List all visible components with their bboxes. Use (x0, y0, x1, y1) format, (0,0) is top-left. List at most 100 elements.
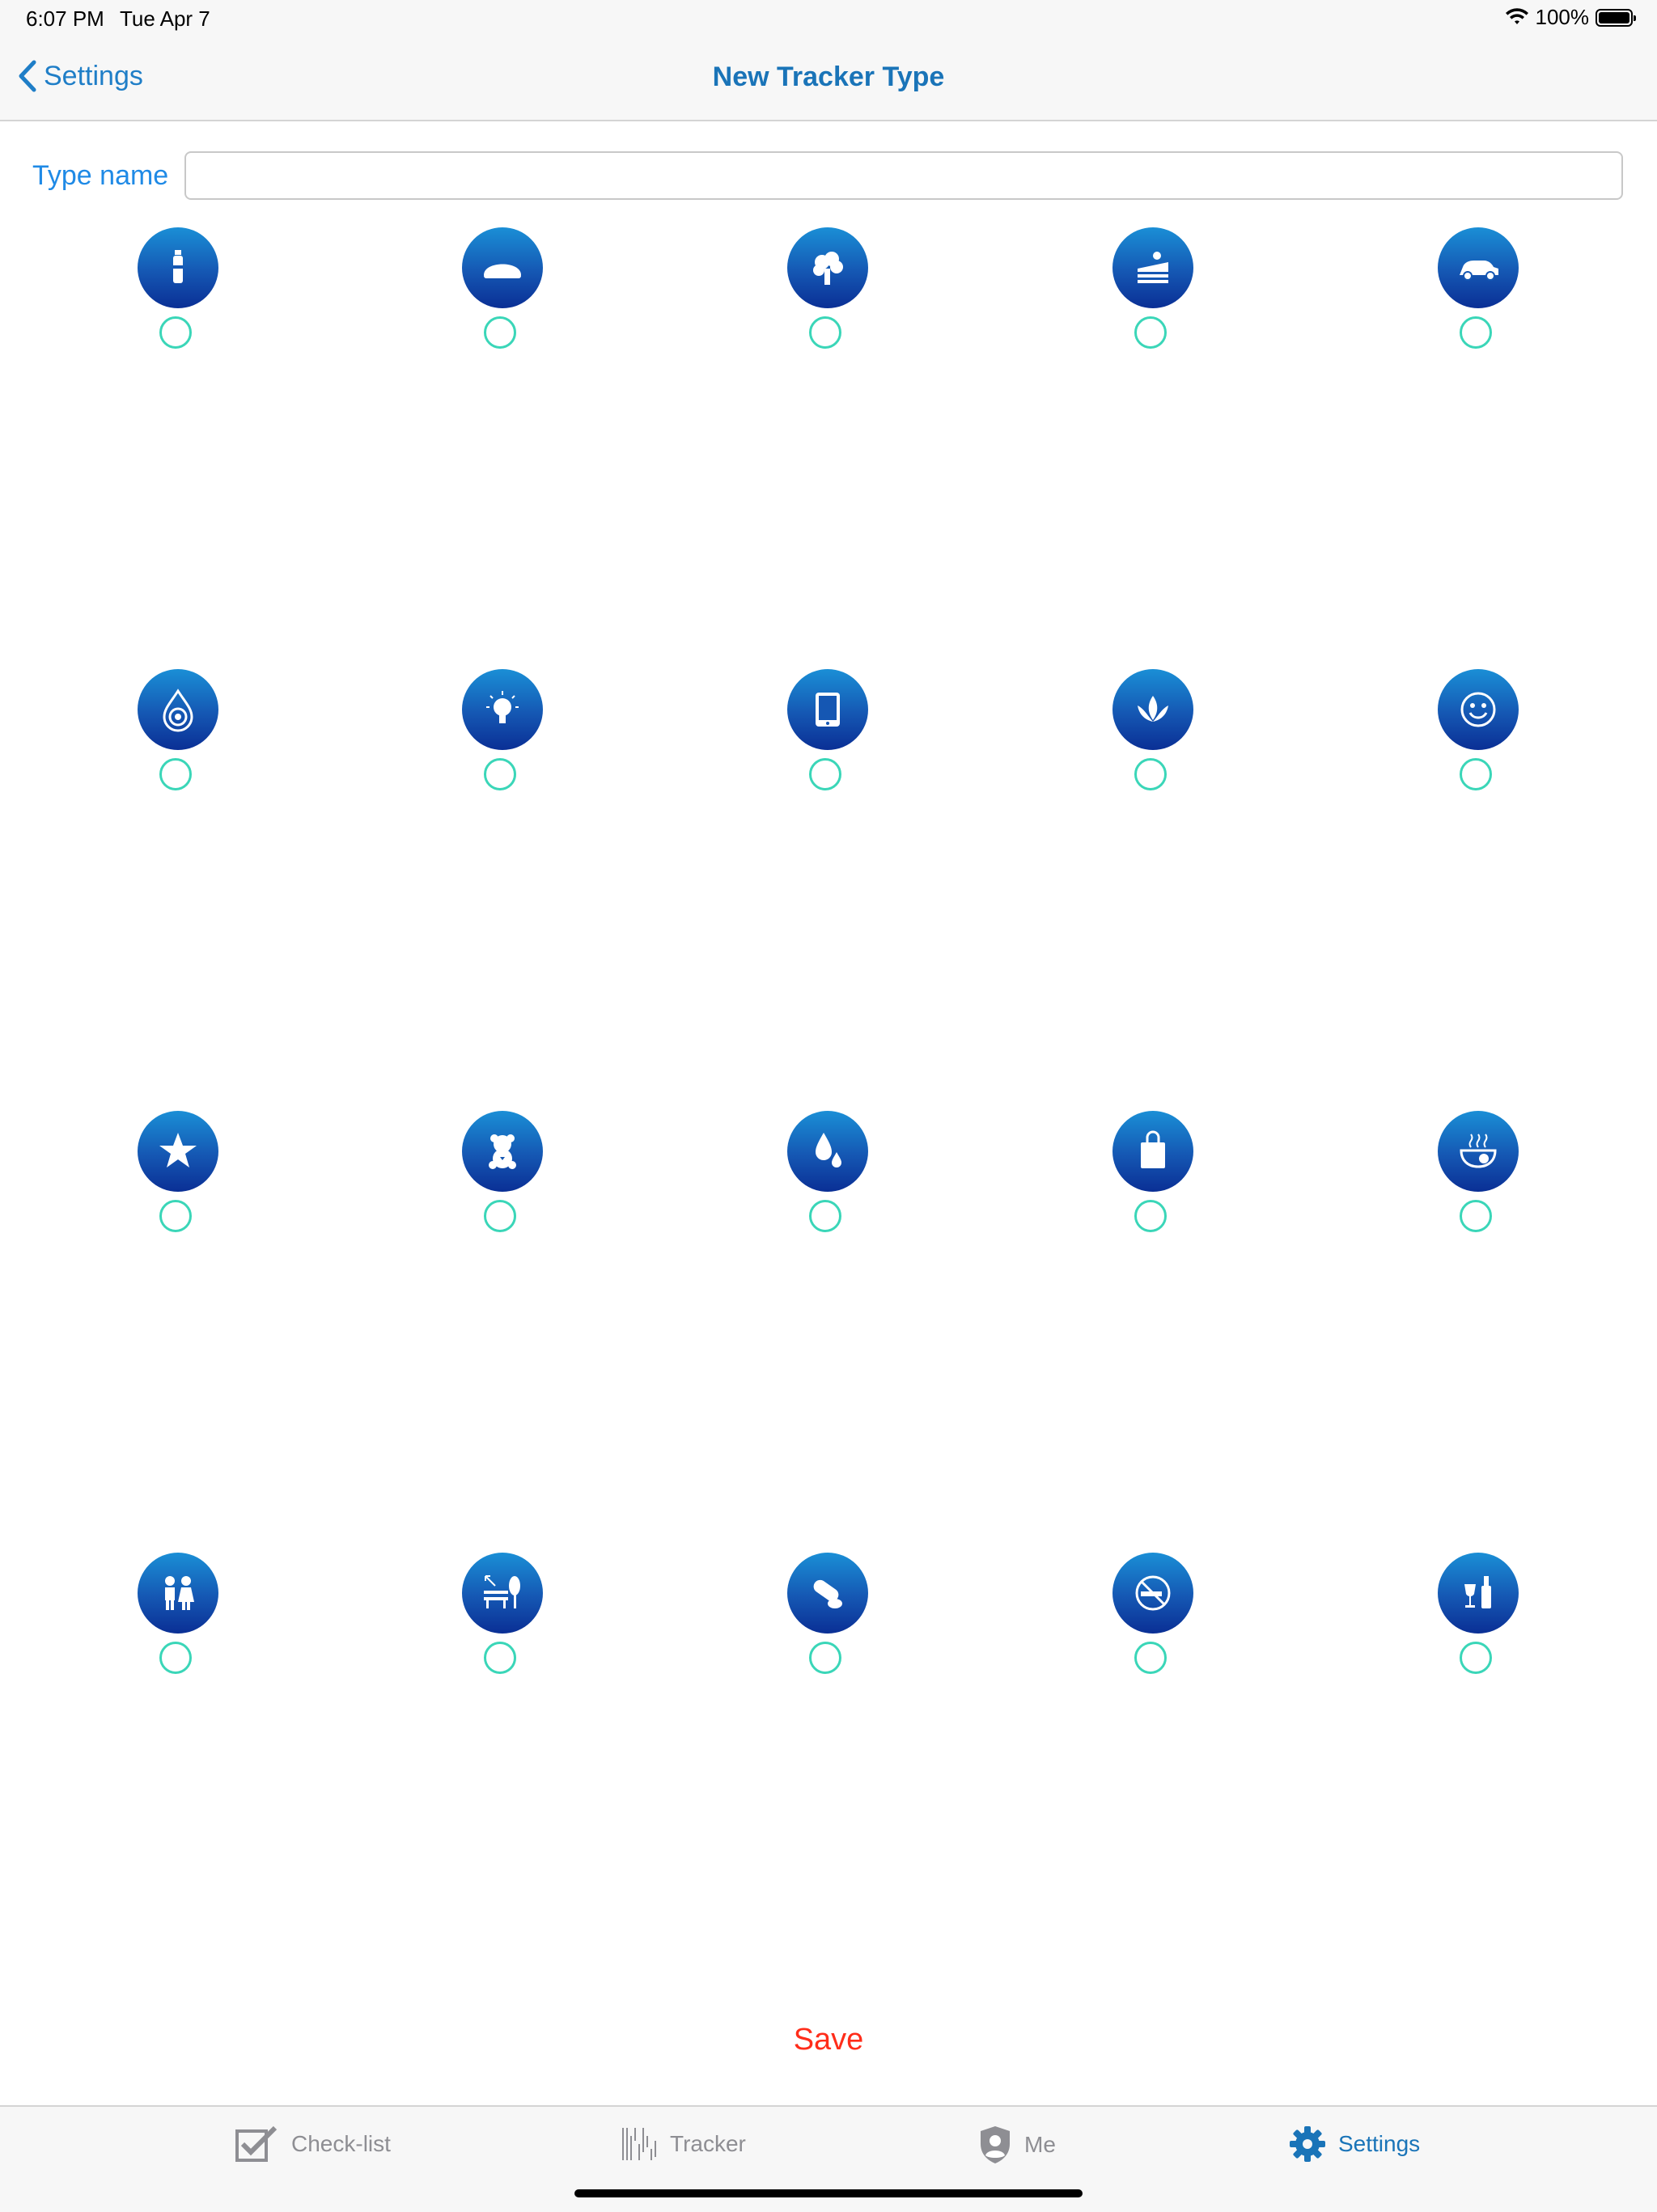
icon-radio-button[interactable] (809, 1200, 841, 1232)
icon-option[interactable] (1096, 1553, 1210, 1690)
tablet-icon-button[interactable] (787, 669, 868, 750)
tablet-icon (816, 693, 840, 727)
lightbulb-icon (486, 691, 519, 723)
icon-radio-button[interactable] (1460, 1200, 1492, 1232)
icon-option[interactable] (771, 1111, 884, 1248)
icon-radio-button[interactable] (1134, 1200, 1167, 1232)
broccoli-icon-button[interactable] (787, 227, 868, 308)
car-icon (1460, 261, 1498, 281)
car-icon-button[interactable] (1438, 227, 1519, 308)
tab-checklist[interactable]: Check-list (235, 2125, 391, 2163)
shopping-bag-icon (1141, 1130, 1165, 1168)
icon-radio-button[interactable] (809, 758, 841, 790)
navigation-bar: Settings New Tracker Type (0, 39, 1657, 121)
icon-option[interactable] (446, 227, 559, 365)
kids-icon (165, 1576, 194, 1610)
icon-radio-button[interactable] (159, 316, 192, 349)
icon-option[interactable] (446, 669, 559, 807)
no-smoking-icon (1135, 1575, 1171, 1611)
icon-option[interactable] (1422, 1111, 1535, 1248)
bottle-icon (173, 250, 183, 283)
tab-tracker-label: Tracker (670, 2131, 746, 2156)
icon-radio-button[interactable] (1460, 316, 1492, 349)
shield-user-icon (981, 2126, 1010, 2163)
icon-option[interactable] (121, 669, 235, 807)
water-ripple-icon-button[interactable] (138, 669, 218, 750)
lightbulb-icon-button[interactable] (462, 669, 543, 750)
icon-radio-button[interactable] (159, 1200, 192, 1232)
icon-option[interactable] (446, 1111, 559, 1248)
icon-option[interactable] (1096, 669, 1210, 807)
smiley-icon-button[interactable] (1438, 669, 1519, 750)
lotus-icon-button[interactable] (1112, 669, 1193, 750)
park-bench-icon (484, 1575, 520, 1608)
icon-option[interactable] (1096, 1111, 1210, 1248)
water-drops-icon-button[interactable] (787, 1111, 868, 1192)
icon-radio-button[interactable] (159, 1642, 192, 1674)
tab-me[interactable]: Me (977, 2125, 1056, 2165)
star-icon (159, 1133, 197, 1167)
pills-icon (813, 1579, 842, 1608)
icon-radio-button[interactable] (809, 1642, 841, 1674)
gear-icon (1290, 2126, 1325, 2162)
star-icon-button[interactable] (138, 1111, 218, 1192)
icon-option[interactable] (121, 1553, 235, 1690)
icon-option[interactable] (1096, 227, 1210, 365)
status-bar: 6:07 PM Tue Apr 7 100% (0, 0, 1657, 39)
icon-radio-button[interactable] (484, 758, 516, 790)
water-drops-icon (816, 1133, 841, 1167)
wine-icon-button[interactable] (1438, 1553, 1519, 1634)
pills-icon-button[interactable] (787, 1553, 868, 1634)
icon-radio-button[interactable] (1460, 758, 1492, 790)
save-button[interactable]: Save (0, 2023, 1657, 2057)
no-smoking-icon-button[interactable] (1112, 1553, 1193, 1634)
icon-option[interactable] (771, 1553, 884, 1690)
icon-radio-button[interactable] (1134, 758, 1167, 790)
type-name-label: Type name (32, 160, 169, 191)
smiley-icon (1460, 692, 1496, 727)
icon-option[interactable] (121, 227, 235, 365)
status-right: 100% (1505, 5, 1636, 30)
tab-tracker[interactable]: Tracker (620, 2125, 746, 2163)
status-time: 6:07 PM (26, 6, 104, 31)
icon-option[interactable] (121, 1111, 235, 1248)
water-ripple-icon (163, 689, 193, 732)
hot-meal-icon-button[interactable] (1438, 1111, 1519, 1192)
icon-radio-button[interactable] (1134, 1642, 1167, 1674)
bread-icon (484, 264, 521, 278)
icon-option[interactable] (771, 227, 884, 365)
battery-percent: 100% (1535, 5, 1590, 29)
icon-option[interactable] (446, 1553, 559, 1690)
broccoli-icon (813, 252, 843, 285)
icon-option[interactable] (1422, 669, 1535, 807)
status-date: Tue Apr 7 (120, 6, 210, 31)
icon-radio-button[interactable] (1134, 316, 1167, 349)
icon-option[interactable] (1422, 227, 1535, 365)
tab-checklist-label: Check-list (291, 2131, 391, 2156)
icon-option[interactable] (771, 669, 884, 807)
icon-radio-button[interactable] (809, 316, 841, 349)
tab-me-label: Me (1024, 2132, 1056, 2157)
icon-radio-button[interactable] (1460, 1642, 1492, 1674)
icon-radio-button[interactable] (484, 1200, 516, 1232)
shopping-bag-icon-button[interactable] (1112, 1111, 1193, 1192)
teddy-bear-icon-button[interactable] (462, 1111, 543, 1192)
type-name-input[interactable] (184, 151, 1623, 200)
wifi-icon (1505, 7, 1528, 24)
wine-icon (1464, 1576, 1491, 1608)
icon-radio-button[interactable] (484, 316, 516, 349)
bottle-icon-button[interactable] (138, 227, 218, 308)
home-indicator (574, 2189, 1083, 2197)
tab-settings[interactable]: Settings (1288, 2125, 1420, 2163)
checklist-icon (235, 2125, 278, 2162)
cake-icon-button[interactable] (1112, 227, 1193, 308)
park-bench-icon-button[interactable] (462, 1553, 543, 1634)
battery-icon (1596, 8, 1636, 27)
teddy-bear-icon (489, 1134, 516, 1169)
icon-grid (0, 0, 1657, 2210)
kids-icon-button[interactable] (138, 1553, 218, 1634)
icon-option[interactable] (1422, 1553, 1535, 1690)
icon-radio-button[interactable] (484, 1642, 516, 1674)
bread-icon-button[interactable] (462, 227, 543, 308)
icon-radio-button[interactable] (159, 758, 192, 790)
